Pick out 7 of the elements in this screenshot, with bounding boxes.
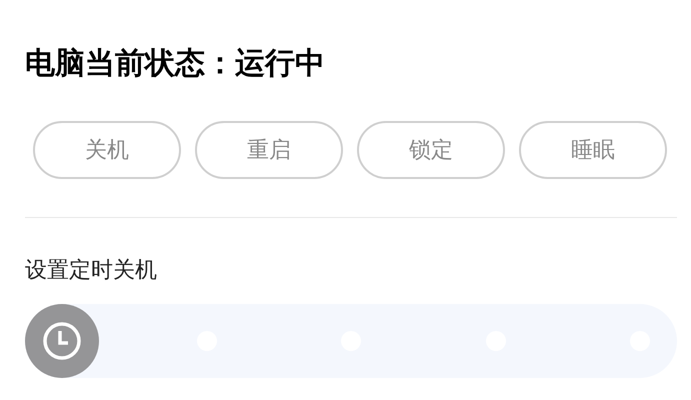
timer-label: 设置定时关机 — [25, 257, 157, 285]
clock-icon — [42, 321, 82, 361]
action-button[interactable]: 锁定 — [357, 121, 505, 179]
status-title: 电脑当前状态：运行中 — [25, 45, 325, 83]
action-button[interactable]: 重启 — [195, 121, 343, 179]
action-button[interactable]: 关机 — [33, 121, 181, 179]
action-button[interactable]: 睡眠 — [519, 121, 667, 179]
